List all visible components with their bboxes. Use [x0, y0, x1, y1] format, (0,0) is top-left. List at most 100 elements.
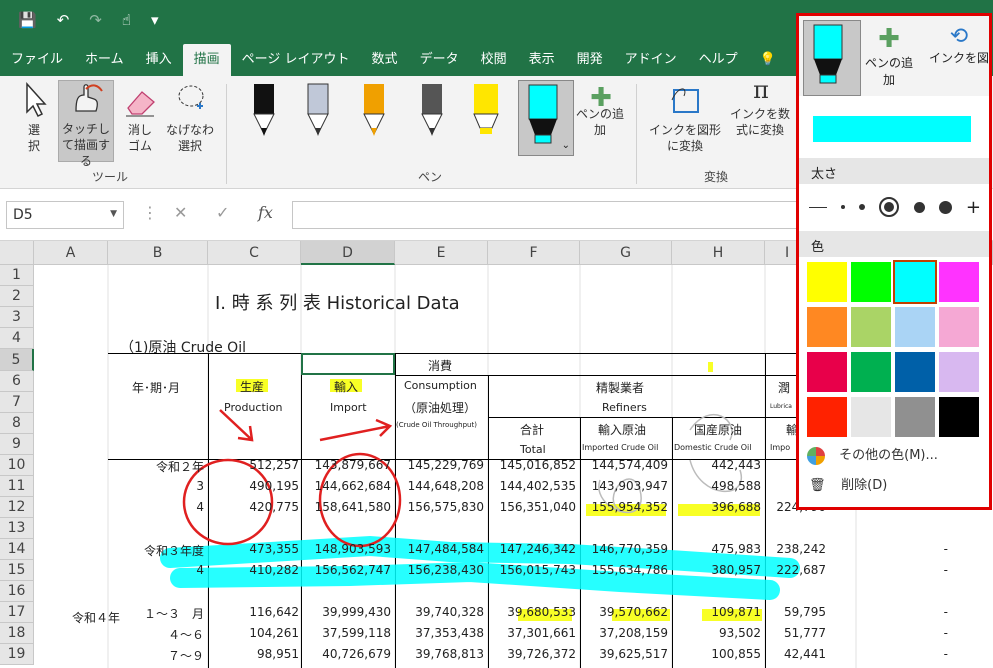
popup-highlighter-selected[interactable] — [803, 20, 861, 96]
popup-add-pen-button[interactable]: ✚ ペンの追加 — [861, 24, 917, 88]
row-header-18[interactable]: 18 — [0, 623, 34, 644]
row-header-13[interactable]: 13 — [0, 518, 34, 539]
lasso-select-button[interactable]: なげなわ選択 — [164, 82, 218, 154]
undo-icon[interactable]: ↶ — [57, 11, 70, 29]
lightbulb-icon[interactable]: 💡 — [749, 44, 787, 76]
select-all-corner[interactable] — [0, 241, 34, 265]
table-cell-j[interactable]: - — [944, 626, 948, 640]
color-swatch[interactable] — [807, 307, 847, 347]
table-cell-i[interactable]: 238,242 — [776, 542, 826, 556]
table-cell-h[interactable]: 498,588 — [711, 479, 761, 493]
save-icon[interactable]: 💾 — [18, 11, 37, 29]
col-header-c[interactable]: C — [208, 241, 301, 265]
highlighter-yellow-icon[interactable] — [468, 82, 504, 142]
col-header-g[interactable]: G — [580, 241, 672, 265]
table-cell-g[interactable]: 39,570,662 — [599, 605, 668, 619]
tab-formulas[interactable]: 数式 — [361, 44, 409, 76]
table-cell-h[interactable]: 109,871 — [711, 605, 761, 619]
table-cell-i[interactable]: 59,795 — [784, 605, 826, 619]
table-cell-c[interactable]: 512,257 — [249, 458, 299, 472]
color-swatch[interactable] — [893, 260, 937, 304]
color-swatch[interactable] — [939, 262, 979, 302]
thickness-s-icon[interactable] — [859, 204, 866, 210]
row-header-15[interactable]: 15 — [0, 560, 34, 581]
color-swatch[interactable] — [851, 397, 891, 437]
col-header-f[interactable]: F — [488, 241, 580, 265]
table-cell-i[interactable]: 42,441 — [784, 647, 826, 661]
table-cell-g[interactable]: 155,634,786 — [592, 563, 668, 577]
table-cell-h[interactable]: 475,983 — [711, 542, 761, 556]
row-header-5[interactable]: 5 — [0, 349, 34, 371]
table-cell-g[interactable]: 39,625,517 — [599, 647, 668, 661]
table-cell-h[interactable]: 100,855 — [711, 647, 761, 661]
table-cell-j[interactable]: - — [944, 542, 948, 556]
table-cell-h[interactable]: 396,688 — [711, 500, 761, 514]
table-cell-j[interactable]: - — [944, 563, 948, 577]
highlighter-cyan-selected[interactable]: ⌄ — [518, 80, 574, 156]
row-header-2[interactable]: 2 — [0, 286, 34, 307]
table-cell-d[interactable]: 40,726,679 — [322, 647, 391, 661]
pen-gold-icon[interactable] — [356, 82, 392, 142]
table-cell-c[interactable]: 490,195 — [249, 479, 299, 493]
touch-draw-button[interactable]: タッチして描画する — [58, 80, 114, 168]
color-swatch[interactable] — [939, 307, 979, 347]
table-cell-i[interactable]: 222,687 — [776, 563, 826, 577]
row-header-4[interactable]: 4 — [0, 328, 34, 349]
table-cell-h[interactable]: 93,502 — [719, 626, 761, 640]
thickness-line-icon[interactable] — [809, 206, 827, 208]
row-header-8[interactable]: 8 — [0, 413, 34, 434]
color-swatch[interactable] — [939, 397, 979, 437]
table-cell-c[interactable]: 420,775 — [249, 500, 299, 514]
table-cell-e[interactable]: 147,484,584 — [408, 542, 484, 556]
tab-review[interactable]: 校閲 — [470, 44, 518, 76]
row-header-17[interactable]: 17 — [0, 602, 34, 623]
touch-mode-icon[interactable]: ☝ — [122, 11, 131, 29]
table-cell-d[interactable]: 148,903,593 — [315, 542, 391, 556]
tab-data[interactable]: データ — [409, 44, 470, 76]
table-cell-f[interactable]: 39,680,533 — [507, 605, 576, 619]
thickness-m-selected-icon[interactable] — [879, 197, 900, 217]
pencil-icon[interactable] — [414, 82, 450, 142]
table-cell-h[interactable]: 380,957 — [711, 563, 761, 577]
row-header-12[interactable]: 12 — [0, 497, 34, 518]
selected-cell-d5[interactable] — [301, 353, 395, 375]
name-box[interactable]: D5 ▼ — [6, 201, 124, 229]
thickness-plus-icon[interactable]: + — [966, 197, 981, 218]
eraser-button[interactable]: 消しゴム — [118, 82, 162, 154]
table-cell-f[interactable]: 156,015,743 — [500, 563, 576, 577]
table-cell-c[interactable]: 98,951 — [257, 647, 299, 661]
tab-page-layout[interactable]: ページ レイアウト — [231, 44, 361, 76]
tab-help[interactable]: ヘルプ — [688, 44, 749, 76]
tab-home[interactable]: ホーム — [74, 44, 135, 76]
table-cell-c[interactable]: 104,261 — [249, 626, 299, 640]
table-cell-e[interactable]: 144,648,208 — [408, 479, 484, 493]
row-header-9[interactable]: 9 — [0, 434, 34, 455]
table-cell-g[interactable]: 37,208,159 — [599, 626, 668, 640]
customize-qat-icon[interactable]: ▾ — [151, 11, 159, 29]
table-cell-g[interactable]: 146,770,359 — [592, 542, 668, 556]
tab-insert[interactable]: 挿入 — [135, 44, 183, 76]
row-header-7[interactable]: 7 — [0, 392, 34, 413]
color-swatch[interactable] — [807, 262, 847, 302]
table-cell-d[interactable]: 37,599,118 — [322, 626, 391, 640]
table-cell-e[interactable]: 39,768,813 — [415, 647, 484, 661]
table-cell-h[interactable]: 442,443 — [711, 458, 761, 472]
color-swatch[interactable] — [851, 352, 891, 392]
table-cell-d[interactable]: 158,641,580 — [315, 500, 391, 514]
col-header-a[interactable]: A — [34, 241, 108, 265]
popup-ink-replay[interactable]: ⟲ インクを図 — [929, 24, 989, 66]
color-swatch[interactable] — [851, 262, 891, 302]
row-header-1[interactable]: 1 — [0, 265, 34, 286]
table-cell-f[interactable]: 145,016,852 — [500, 458, 576, 472]
row-header-16[interactable]: 16 — [0, 581, 34, 602]
table-cell-f[interactable]: 37,301,661 — [507, 626, 576, 640]
color-swatch[interactable] — [851, 307, 891, 347]
table-cell-f[interactable]: 144,402,535 — [500, 479, 576, 493]
thickness-xl-icon[interactable] — [938, 200, 952, 214]
add-pen-button[interactable]: ✚ ペンの追加 — [576, 85, 626, 138]
row-header-19[interactable]: 19 — [0, 644, 34, 665]
thickness-l-icon[interactable] — [913, 201, 925, 213]
ink-to-math-button[interactable]: π インクを数式に変換 — [730, 78, 792, 138]
chevron-down-icon[interactable]: ⌄ — [562, 140, 570, 151]
color-swatch[interactable] — [807, 397, 847, 437]
